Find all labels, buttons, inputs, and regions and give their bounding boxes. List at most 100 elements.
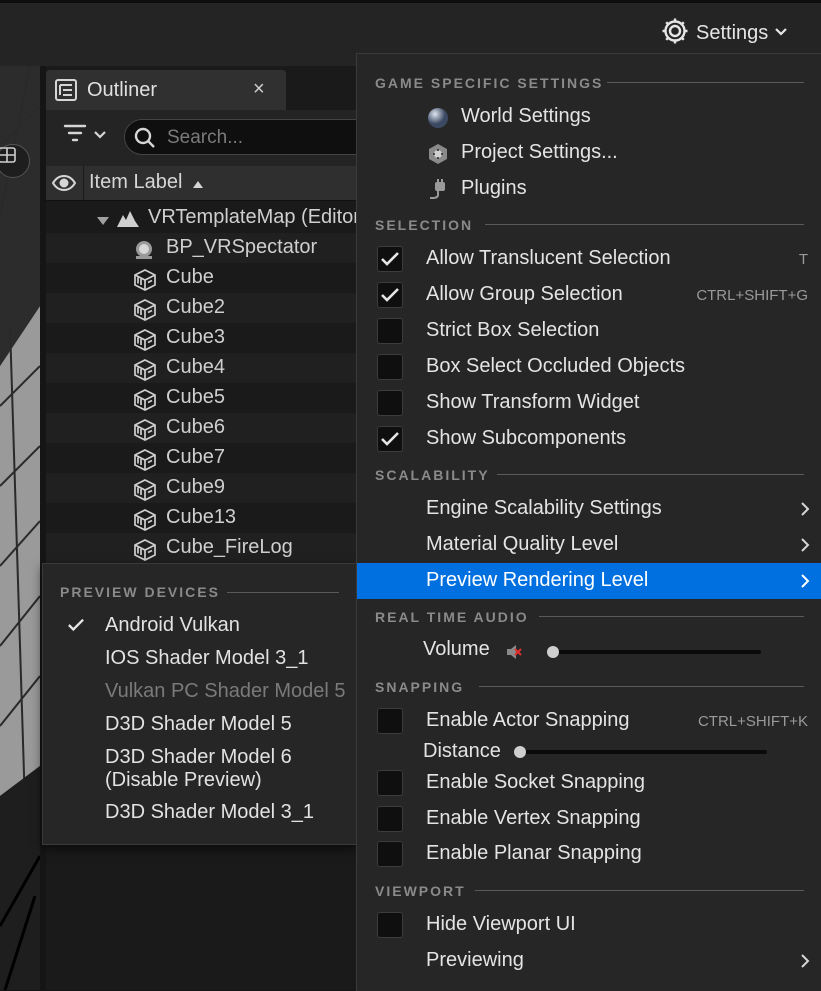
previewing-item[interactable]: Previewing (357, 943, 821, 979)
outliner-row-label: Cube9 (166, 476, 225, 498)
outliner-row[interactable]: Cube (46, 263, 366, 293)
preview-device-item[interactable]: Android Vulkan (43, 614, 357, 642)
outliner-row[interactable]: Cube3 (46, 323, 366, 353)
shortcut-label: T (798, 251, 808, 268)
filter-button[interactable] (62, 122, 107, 149)
preview-device-item[interactable]: IOS Shader Model 3_1 (43, 647, 357, 675)
plugins-item[interactable]: Plugins (357, 171, 821, 207)
selection-option-item[interactable]: Allow Group Selection CTRL+SHIFT+G (357, 277, 821, 313)
vertex-snapping-checkbox[interactable] (377, 806, 403, 832)
toolbar-edge (0, 0, 821, 3)
project-settings-item[interactable]: Project Settings... (357, 135, 821, 171)
volume-label: Volume (423, 638, 490, 660)
outliner-row-label: Cube2 (166, 296, 225, 318)
selection-option-item[interactable]: Show Transform Widget (357, 385, 821, 421)
section-divider (497, 474, 804, 475)
selection-checkbox[interactable] (377, 354, 403, 380)
planar-snapping-item[interactable]: Enable Planar Snapping (357, 836, 821, 872)
outliner-row[interactable]: Cube2 (46, 293, 366, 323)
selection-checkbox[interactable] (377, 390, 403, 416)
cube-icon (133, 299, 157, 326)
selection-option-item[interactable]: Strict Box Selection (357, 313, 821, 349)
preview-device-item: Vulkan PC Shader Model 5 (43, 680, 357, 708)
outliner-title: Outliner (87, 79, 158, 101)
outliner-row[interactable]: Cube5 (46, 383, 366, 413)
settings-button[interactable]: Settings (660, 16, 788, 50)
outliner-row[interactable]: Cube9 (46, 473, 366, 503)
distance-label: Distance (423, 740, 501, 762)
hide-viewport-ui-item[interactable]: Hide Viewport UI (357, 907, 821, 943)
outliner-row[interactable]: Cube6 (46, 413, 366, 443)
world-settings-label: World Settings (461, 105, 591, 127)
outliner-row[interactable]: Cube4 (46, 353, 366, 383)
selection-checkbox[interactable] (377, 246, 403, 272)
section-divider (539, 616, 804, 617)
outliner-row-label: Cube5 (166, 386, 225, 408)
section-header-scalability: SCALABILITY (375, 467, 490, 483)
material-quality-item[interactable]: Material Quality Level (357, 527, 821, 563)
socket-snapping-checkbox[interactable] (377, 770, 403, 796)
preview-device-item[interactable]: D3D Shader Model 6 (Disable Preview) (43, 746, 357, 796)
vertex-snapping-label: Enable Vertex Snapping (426, 807, 641, 829)
selection-checkbox[interactable] (377, 318, 403, 344)
planar-snapping-checkbox[interactable] (377, 841, 403, 867)
cube-icon (133, 539, 157, 566)
selection-checkbox[interactable] (377, 282, 403, 308)
cube-icon (133, 419, 157, 446)
selection-option-item[interactable]: Box Select Occluded Objects (357, 349, 821, 385)
outliner-row[interactable]: VRTemplateMap (Editor) (46, 203, 366, 233)
selection-option-label: Show Transform Widget (426, 391, 640, 413)
socket-snapping-item[interactable]: Enable Socket Snapping (357, 765, 821, 801)
shortcut-label: CTRL+SHIFT+K (697, 713, 808, 730)
search-input[interactable] (165, 124, 366, 152)
item-label-column[interactable]: Item Label (89, 171, 182, 194)
chevron-right-icon (800, 537, 810, 558)
settings-label: Settings (696, 21, 769, 44)
distance-slider[interactable] (514, 750, 767, 754)
selection-checkbox[interactable] (377, 426, 403, 452)
outliner-row-label: BP_VRSpectator (166, 236, 318, 258)
volume-slider[interactable] (547, 650, 761, 654)
selection-option-label: Allow Translucent Selection (426, 247, 671, 269)
outliner-row-label: Cube4 (166, 356, 225, 378)
cube-icon (133, 329, 157, 356)
selection-option-label: Strict Box Selection (426, 319, 600, 341)
speaker-muted-icon[interactable] (505, 643, 523, 666)
chevron-right-icon (800, 953, 810, 974)
cube-icon (133, 449, 157, 476)
outliner-row-label: Cube13 (166, 506, 237, 528)
chevron-right-icon (800, 573, 810, 594)
outliner-tab[interactable]: Outliner × (46, 70, 286, 110)
actor-snapping-label: Enable Actor Snapping (426, 709, 630, 731)
eye-icon[interactable] (51, 173, 77, 198)
level-icon (116, 209, 140, 234)
engine-scalability-item[interactable]: Engine Scalability Settings (357, 491, 821, 527)
preview-device-label: Vulkan PC Shader Model 5 (105, 680, 346, 702)
selection-option-label: Box Select Occluded Objects (426, 355, 686, 377)
search-box[interactable] (124, 119, 366, 155)
level-viewport[interactable] (0, 66, 40, 990)
outliner-row[interactable]: Cube_FireLog (46, 533, 366, 563)
preview-rendering-level-item[interactable]: Preview Rendering Level (357, 563, 821, 599)
selection-option-item[interactable]: Show Subcomponents (357, 421, 821, 457)
outliner-row[interactable]: Cube13 (46, 503, 366, 533)
outliner-row[interactable]: Cube7 (46, 443, 366, 473)
section-header-selection: SELECTION (375, 217, 474, 233)
hide-viewport-ui-checkbox[interactable] (377, 912, 403, 938)
actor-snapping-checkbox[interactable] (377, 708, 403, 734)
volume-slider-handle[interactable] (547, 646, 559, 658)
preview-device-item[interactable]: D3D Shader Model 5 (43, 713, 357, 741)
world-settings-item[interactable]: World Settings (357, 99, 821, 135)
project-settings-icon (427, 143, 449, 170)
vertex-snapping-item[interactable]: Enable Vertex Snapping (357, 801, 821, 837)
expand-arrow-icon[interactable] (96, 213, 110, 231)
gear-icon (660, 16, 690, 51)
outliner-row[interactable]: BP_VRSpectator (46, 233, 366, 263)
selection-option-label: Allow Group Selection (426, 283, 623, 305)
preview-device-label: D3D Shader Model 3_1 (105, 801, 315, 823)
distance-slider-handle[interactable] (514, 746, 526, 758)
close-icon[interactable]: × (253, 78, 265, 101)
selection-option-item[interactable]: Allow Translucent Selection T (357, 241, 821, 277)
preview-device-item[interactable]: D3D Shader Model 3_1 (43, 801, 357, 829)
actor-snapping-item[interactable]: Enable Actor Snapping CTRL+SHIFT+K (357, 703, 821, 739)
